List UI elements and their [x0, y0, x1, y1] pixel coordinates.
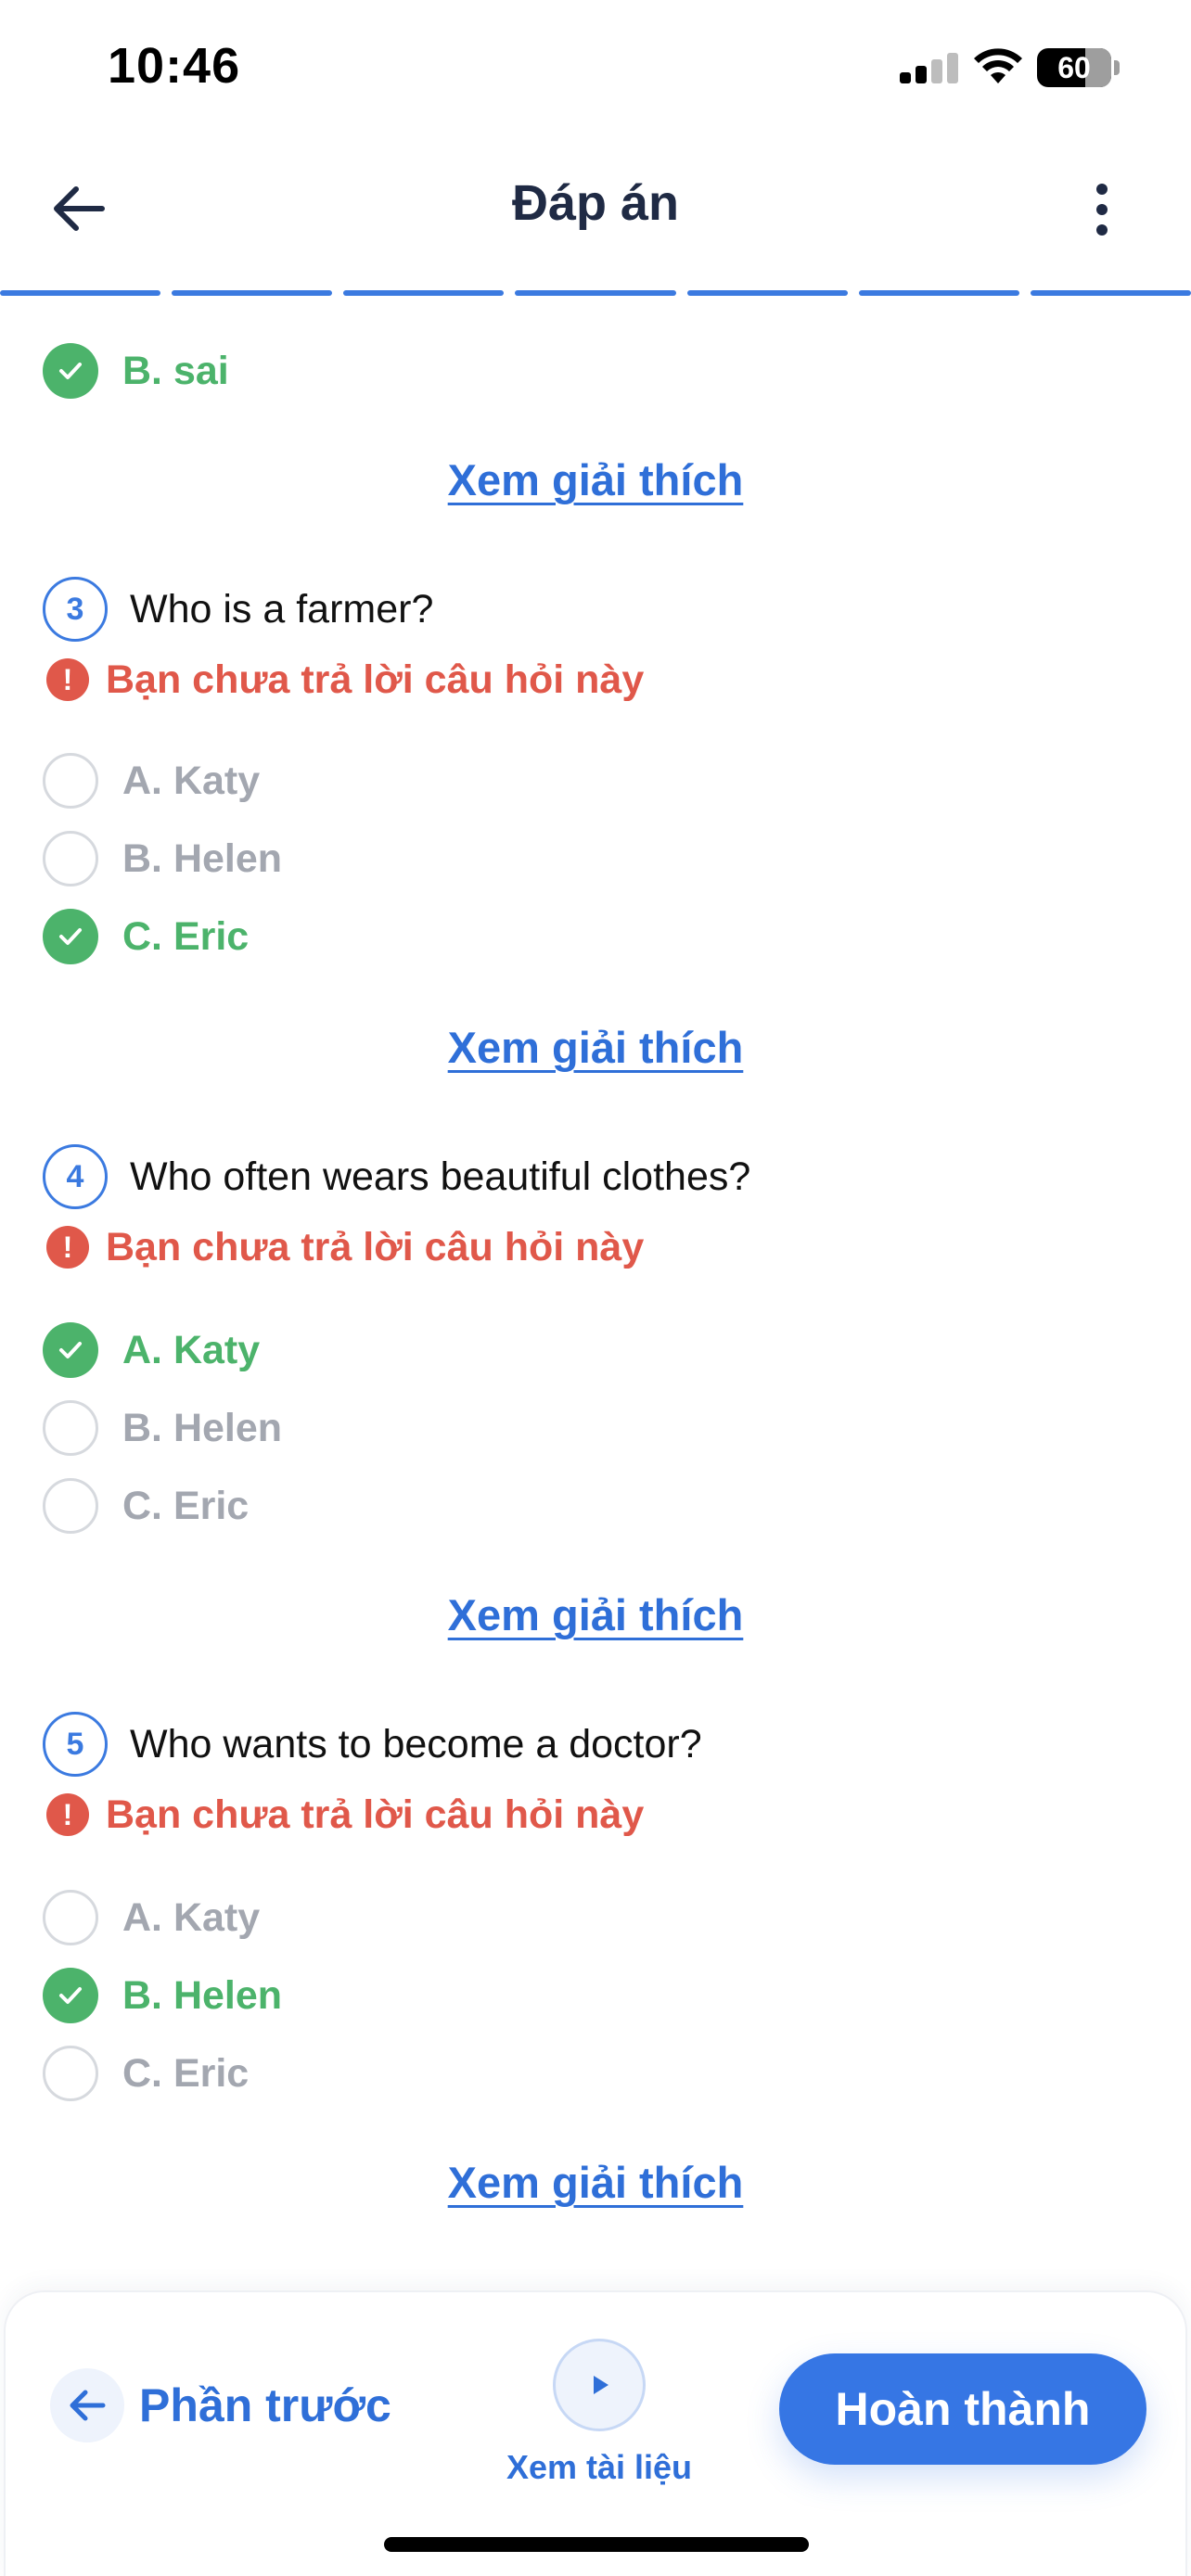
- check-circle-icon: [43, 1968, 98, 2023]
- app-header: Đáp án: [0, 130, 1191, 287]
- unanswered-warning: ! Bạn chưa trả lời câu hỏi này: [46, 1224, 644, 1270]
- answer-option: A. Katy: [43, 751, 260, 810]
- radio-empty-icon: [43, 1400, 98, 1456]
- warning-text: Bạn chưa trả lời câu hỏi này: [106, 1792, 645, 1837]
- progress-segments: [0, 290, 1191, 296]
- answer-option: B. Helen: [43, 1398, 282, 1458]
- progress-segment: [343, 290, 505, 296]
- explain-link[interactable]: Xem giải thích: [0, 1589, 1191, 1640]
- question-text: Who wants to become a doctor?: [130, 1721, 702, 1766]
- explain-link[interactable]: Xem giải thích: [0, 1022, 1191, 1073]
- progress-segment: [172, 290, 333, 296]
- option-label: B. Helen: [122, 835, 283, 881]
- more-options-icon[interactable]: [1083, 178, 1121, 243]
- view-documents-label: Xem tài liệu: [506, 2448, 693, 2486]
- explain-link[interactable]: Xem giải thích: [0, 2157, 1191, 2208]
- progress-segment: [0, 290, 161, 296]
- explain-link[interactable]: Xem giải thích: [0, 454, 1191, 505]
- check-circle-icon: [43, 1322, 98, 1378]
- unanswered-warning: ! Bạn chưa trả lời câu hỏi này: [46, 1792, 644, 1838]
- option-label: A. Katy: [122, 1327, 261, 1372]
- battery-level: 60: [1057, 51, 1091, 84]
- alert-icon: !: [46, 658, 89, 701]
- play-icon: [553, 2339, 646, 2431]
- previous-section-button[interactable]: Phần trước: [50, 2368, 391, 2442]
- answer-option: B. Helen: [43, 829, 282, 888]
- question-row: 3 Who is a farmer?: [43, 577, 433, 642]
- answer-option: C. Eric: [43, 2044, 249, 2103]
- previous-section-label: Phần trước: [139, 2379, 391, 2431]
- option-label: C. Eric: [122, 2050, 250, 2096]
- question-number: 5: [43, 1712, 108, 1777]
- question-text: Who often wears beautiful clothes?: [130, 1154, 751, 1199]
- radio-empty-icon: [43, 831, 98, 886]
- option-label: A. Katy: [122, 758, 261, 803]
- status-time: 10:46: [108, 38, 241, 94]
- page-title: Đáp án: [511, 175, 680, 231]
- answer-option: C. Eric: [43, 907, 249, 966]
- answer-option: B. Helen: [43, 1966, 282, 2025]
- signal-icon: [900, 53, 958, 83]
- question-row: 4 Who often wears beautiful clothes?: [43, 1144, 750, 1209]
- check-circle-icon: [43, 909, 98, 964]
- radio-empty-icon: [43, 1890, 98, 1945]
- arrow-left-icon: [50, 2368, 124, 2442]
- answer-option: B. sai: [43, 341, 229, 401]
- bottom-action-bar: Phần trước Xem tài liệu Hoàn thành: [4, 2290, 1187, 2576]
- status-bar: 10:46 60: [0, 0, 1191, 130]
- view-documents-button[interactable]: Xem tài liệu: [497, 2339, 701, 2496]
- check-circle-icon: [43, 343, 98, 399]
- unanswered-warning: ! Bạn chưa trả lời câu hỏi này: [46, 657, 644, 703]
- progress-segment: [515, 290, 676, 296]
- alert-icon: !: [46, 1793, 89, 1836]
- question-number: 3: [43, 577, 108, 642]
- option-label: B. Helen: [122, 1972, 283, 2018]
- progress-segment: [858, 290, 1019, 296]
- finish-button[interactable]: Hoàn thành: [779, 2353, 1146, 2465]
- alert-icon: !: [46, 1226, 89, 1269]
- warning-text: Bạn chưa trả lời câu hỏi này: [106, 1224, 645, 1269]
- battery-icon: 60: [1037, 48, 1120, 87]
- option-label: B. sai: [122, 348, 229, 393]
- warning-text: Bạn chưa trả lời câu hỏi này: [106, 657, 645, 702]
- option-label: A. Katy: [122, 1894, 261, 1940]
- radio-empty-icon: [43, 753, 98, 809]
- option-label: C. Eric: [122, 1483, 250, 1528]
- home-indicator: [384, 2537, 809, 2552]
- progress-segment: [686, 290, 848, 296]
- option-label: B. Helen: [122, 1405, 283, 1450]
- question-row: 5 Who wants to become a doctor?: [43, 1712, 702, 1777]
- wifi-icon: [974, 48, 1022, 83]
- question-number: 4: [43, 1144, 108, 1209]
- option-label: C. Eric: [122, 913, 250, 959]
- answer-option: A. Katy: [43, 1888, 260, 1947]
- question-text: Who is a farmer?: [130, 586, 434, 631]
- radio-empty-icon: [43, 1478, 98, 1534]
- radio-empty-icon: [43, 2046, 98, 2101]
- answer-option: C. Eric: [43, 1476, 249, 1536]
- progress-segment: [1030, 290, 1191, 296]
- answer-option: A. Katy: [43, 1320, 260, 1380]
